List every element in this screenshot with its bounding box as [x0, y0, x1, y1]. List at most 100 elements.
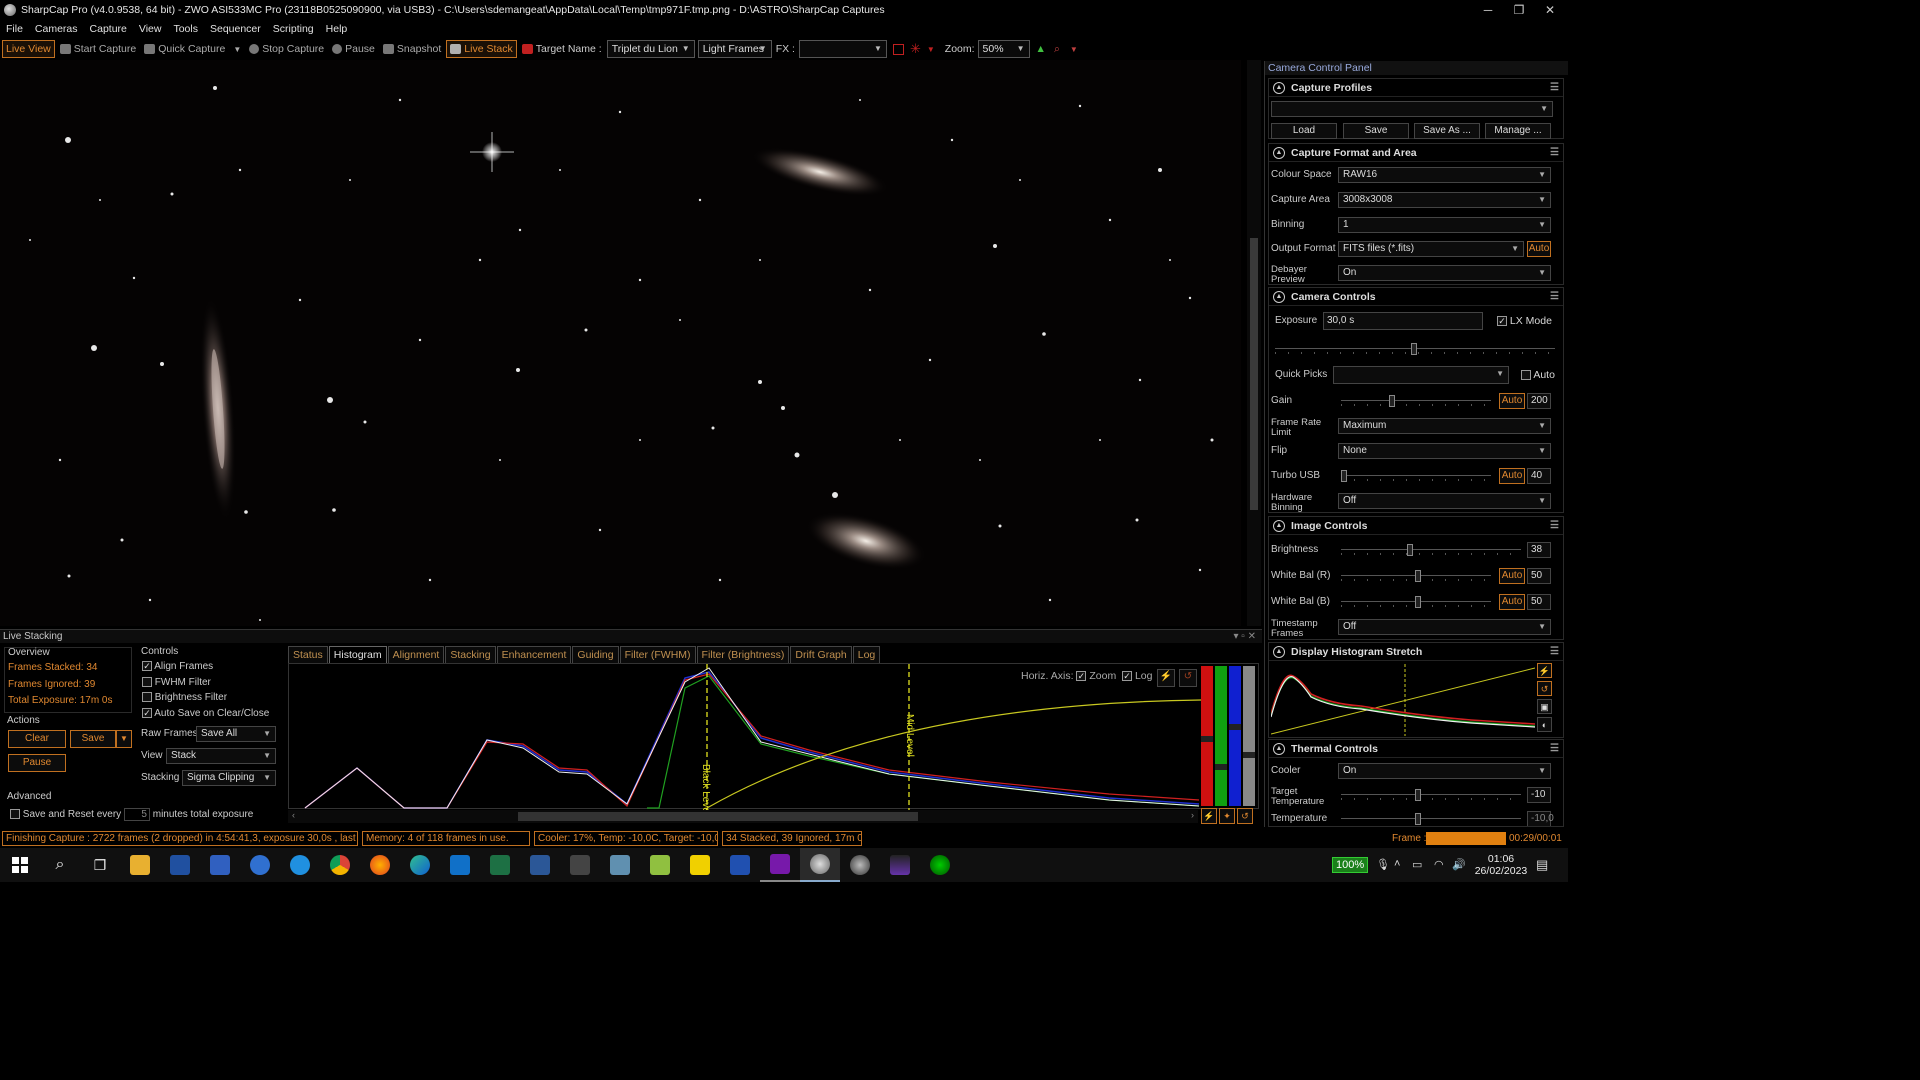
menu-sequencer[interactable]: Sequencer [204, 23, 267, 35]
scrollbar-thumb[interactable] [1250, 238, 1258, 510]
save-button[interactable]: Save [70, 730, 116, 748]
image-controls-header[interactable]: ▲ Image Controls ☰ [1269, 517, 1563, 535]
blue-channel-bar[interactable] [1229, 666, 1241, 806]
hardware-binning-select[interactable]: Off ▼ [1338, 493, 1551, 509]
internet-explorer-icon[interactable] [280, 848, 320, 882]
menu-icon[interactable]: ☰ [1550, 646, 1559, 657]
capture-format-header[interactable]: ▲ Capture Format and Area ☰ [1269, 144, 1563, 162]
auto-stretch-icon[interactable]: ⚡ [1537, 663, 1552, 678]
thermal-controls-header[interactable]: ▲ Thermal Controls ☰ [1269, 740, 1563, 758]
white-bal-b-value[interactable]: 50 [1527, 594, 1551, 610]
restore-button[interactable]: ❐ [1503, 0, 1535, 20]
app-icon[interactable] [720, 848, 760, 882]
auto-save-checkbox[interactable]: ✓ [142, 708, 152, 719]
frame-type-select[interactable]: Light Frames ▼ [697, 40, 772, 58]
quick-picks-select[interactable]: ▼ [1333, 366, 1509, 384]
select-area-icon[interactable] [892, 43, 904, 55]
collapse-icon[interactable]: ▲ [1273, 742, 1285, 755]
slider-knob[interactable] [1243, 752, 1255, 758]
task-view-icon[interactable]: ❐ [80, 848, 120, 882]
sticky-notes-icon[interactable] [680, 848, 720, 882]
load-profile-button[interactable]: Load [1271, 123, 1337, 139]
slider-knob[interactable] [1229, 724, 1241, 730]
channel-level-bars[interactable] [1201, 666, 1257, 806]
gain-slider[interactable] [1341, 395, 1491, 407]
snapshot-button[interactable]: Snapshot [380, 40, 444, 58]
stretch-histogram-graph[interactable] [1271, 664, 1535, 736]
slider-knob[interactable] [1341, 470, 1347, 482]
collapse-icon[interactable]: ▲ [1273, 290, 1285, 303]
chrome-icon[interactable] [320, 848, 360, 882]
turbo-value[interactable]: 40 [1527, 468, 1551, 484]
powershell-icon[interactable] [200, 848, 240, 882]
tab-histogram[interactable]: Histogram [328, 646, 387, 663]
pause-stacking-button[interactable]: Pause [8, 754, 66, 772]
clock[interactable]: 01:06 26/02/2023 [1472, 853, 1530, 877]
tab-filter-brightness[interactable]: Filter (Brightness) [696, 646, 790, 663]
wifi-icon[interactable]: ◠ [1434, 858, 1444, 871]
app-icon[interactable] [600, 848, 640, 882]
slider-knob[interactable] [1411, 343, 1417, 355]
luminance-channel-bar[interactable] [1243, 666, 1255, 806]
align-frames-checkbox[interactable]: ✓ [142, 661, 152, 672]
slider-knob[interactable] [1389, 395, 1395, 407]
firefox-icon[interactable] [360, 848, 400, 882]
battery-badge[interactable]: 100% [1332, 857, 1369, 873]
stacking-select[interactable]: Sigma Clipping ▼ [182, 770, 276, 786]
exposure-input[interactable]: 30,0 s [1323, 312, 1483, 330]
sparkle-icon[interactable]: ✦ [1219, 808, 1235, 824]
fx-select[interactable]: ▼ [798, 40, 887, 58]
minutes-input[interactable]: 5 [123, 808, 150, 821]
tab-status[interactable]: Status [288, 646, 328, 663]
histogram-horizontal-scrollbar[interactable]: ‹ › [288, 810, 1198, 823]
zoom-tool-icon[interactable]: ⌕ [1054, 43, 1060, 56]
auto-icon[interactable]: ⚡ [1201, 808, 1217, 824]
menu-file[interactable]: File [0, 23, 29, 35]
output-format-auto-button[interactable]: Auto [1527, 241, 1551, 257]
chevron-down-icon[interactable]: ▼ [927, 45, 935, 54]
start-capture-button[interactable]: Start Capture [57, 40, 139, 58]
histogram-icon[interactable]: ▲ [1036, 43, 1046, 55]
save-reset-checkbox[interactable] [10, 809, 20, 820]
contrast-icon[interactable]: ◐ [1537, 717, 1552, 732]
slider-knob[interactable] [1415, 789, 1421, 801]
menu-icon[interactable]: ☰ [1550, 743, 1559, 754]
colour-space-select[interactable]: RAW16 ▼ [1338, 167, 1551, 183]
reset-icon[interactable]: ↺ [1237, 808, 1253, 824]
tab-enhancement[interactable]: Enhancement [496, 646, 572, 663]
volume-icon[interactable]: 🔊 [1452, 858, 1466, 871]
tab-filter-fwhm[interactable]: Filter (FWHM) [619, 646, 696, 663]
excel-icon[interactable] [480, 848, 520, 882]
tab-log[interactable]: Log [852, 646, 881, 663]
brightness-value[interactable]: 38 [1527, 542, 1551, 558]
notifications-icon[interactable]: ▤ [1536, 857, 1548, 873]
close-button[interactable]: ✕ [1534, 0, 1566, 20]
tab-drift-graph[interactable]: Drift Graph [790, 646, 852, 663]
menu-icon[interactable]: ☰ [1550, 520, 1559, 531]
save-options-chevron-icon[interactable]: ▼ [116, 730, 132, 748]
reset-icon[interactable]: ↺ [1537, 681, 1552, 696]
collapse-icon[interactable]: ▲ [1273, 645, 1285, 658]
chevron-down-icon[interactable]: ▼ [1070, 45, 1078, 54]
target-temperature-value[interactable]: -10 [1527, 787, 1551, 803]
quick-capture-button[interactable]: Quick Capture ▼ [141, 40, 244, 58]
menu-tools[interactable]: Tools [167, 23, 204, 35]
chevron-down-icon[interactable]: ▼ [233, 45, 241, 54]
raw-frames-select[interactable]: Save All ▼ [196, 726, 276, 742]
camera-image-view[interactable] [0, 60, 1241, 626]
output-format-select[interactable]: FITS files (*.fits) ▼ [1338, 241, 1524, 257]
stack-histogram[interactable]: Horiz. Axis: ✓ Zoom ✓ Log ⚡ ↺ Black Leve… [288, 663, 1259, 810]
profile-select[interactable]: ▼ [1271, 101, 1553, 117]
gain-value[interactable]: 200 [1527, 393, 1551, 409]
crosshair-icon[interactable]: ✳ [910, 41, 921, 57]
green-channel-bar[interactable] [1215, 666, 1227, 806]
slider-knob[interactable] [1215, 764, 1227, 770]
battery-icon[interactable]: ▭ [1412, 858, 1422, 871]
save-as-profile-button[interactable]: Save As ... [1414, 123, 1480, 139]
white-bal-r-slider[interactable] [1341, 570, 1491, 582]
app-icon[interactable] [840, 848, 880, 882]
turbo-auto-button[interactable]: Auto [1499, 468, 1525, 484]
tab-stacking[interactable]: Stacking [445, 646, 496, 663]
image-vertical-scrollbar[interactable] [1247, 60, 1261, 626]
turbo-usb-slider[interactable] [1341, 470, 1491, 482]
